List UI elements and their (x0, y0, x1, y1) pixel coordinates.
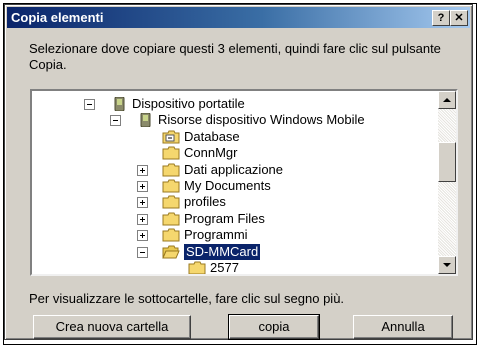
expand-plus-icon[interactable] (137, 181, 148, 192)
expand-plus-icon[interactable] (137, 197, 148, 209)
collapse-minus-icon[interactable] (110, 115, 121, 127)
tree-item-label: Database (184, 128, 240, 144)
device-icon (110, 96, 128, 112)
folder-icon (162, 179, 180, 193)
window-title: Copia elementi (11, 10, 104, 25)
scroll-up-button[interactable] (438, 91, 456, 109)
tree-item-label: ConnMgr (184, 145, 238, 161)
cancel-button-label: Annulla (381, 319, 425, 334)
arrow-up-icon (443, 98, 451, 102)
tree-item[interactable]: Dispositivo portatile (32, 96, 432, 112)
tree-item[interactable]: Dati applicazione (32, 162, 432, 178)
tree-item-label: Programmi (184, 227, 248, 243)
tree-item[interactable]: Programmi (32, 227, 432, 243)
expand-plus-icon[interactable] (137, 213, 148, 225)
scroll-thumb[interactable] (438, 142, 456, 182)
tree-item-label: Dati applicazione (184, 161, 284, 177)
copy-button-label: copia (258, 319, 290, 334)
collapse-minus-icon[interactable] (84, 99, 95, 110)
tree-vertical-scrollbar[interactable] (438, 91, 456, 274)
tree-item[interactable]: SD-MMCard (32, 243, 432, 260)
close-icon: ✕ (454, 12, 464, 24)
folder-tree-list: Dispositivo portatile Risorse dispositivo… (32, 91, 436, 274)
tree-item[interactable]: My Documents (32, 178, 432, 194)
tree-item[interactable]: ConnMgr (32, 145, 432, 161)
help-icon: ? (437, 12, 445, 24)
close-button[interactable]: ✕ (450, 10, 468, 26)
tree-item[interactable]: profiles (32, 194, 432, 210)
arrow-down-icon (443, 263, 451, 267)
folder-icon (162, 163, 180, 177)
expand-plus-icon[interactable] (137, 164, 148, 176)
folder-icon (188, 261, 206, 274)
database-folder-icon (162, 130, 180, 144)
tree-item-label: 2577 (210, 260, 239, 274)
cancel-button[interactable]: Annulla (353, 315, 453, 339)
tree-item-label: Risorse dispositivo Windows Mobile (158, 112, 365, 128)
folder-icon (162, 195, 180, 209)
tree-item-label: Program Files (184, 210, 265, 226)
copy-items-dialog: Copia elementi ? ✕ Selezionare dove copi… (4, 4, 473, 340)
title-bar: Copia elementi ? ✕ (7, 7, 470, 28)
copy-button[interactable]: copia (228, 314, 320, 340)
tree-item[interactable]: Database (32, 129, 432, 145)
tree-item-label: SD-MMCard (184, 243, 261, 260)
tree-item-label: My Documents (184, 178, 271, 193)
tree-item[interactable]: Risorse dispositivo Windows Mobile (32, 112, 432, 128)
folder-icon (162, 228, 180, 242)
new-folder-button[interactable]: Crea nuova cartella (33, 315, 191, 339)
tree-item-label: Dispositivo portatile (132, 96, 245, 111)
folder-icon (162, 146, 180, 160)
folder-icon (162, 212, 180, 226)
tree-item[interactable]: Program Files (32, 211, 432, 227)
device-icon (136, 112, 154, 128)
collapse-minus-icon[interactable] (137, 246, 148, 258)
scroll-down-button[interactable] (438, 256, 456, 274)
tree-item-label: profiles (184, 194, 226, 210)
tree-item[interactable]: 2577 (32, 260, 432, 274)
open-folder-icon (162, 245, 180, 259)
expand-plus-icon[interactable] (137, 230, 148, 242)
folder-tree[interactable]: Dispositivo portatile Risorse dispositivo… (30, 89, 458, 276)
new-folder-button-label: Crea nuova cartella (55, 319, 169, 334)
help-button[interactable]: ? (432, 10, 450, 26)
expand-hint-text: Per visualizzare le sottocartelle, fare … (29, 291, 345, 306)
instruction-text: Selezionare dove copiare questi 3 elemen… (29, 41, 441, 72)
